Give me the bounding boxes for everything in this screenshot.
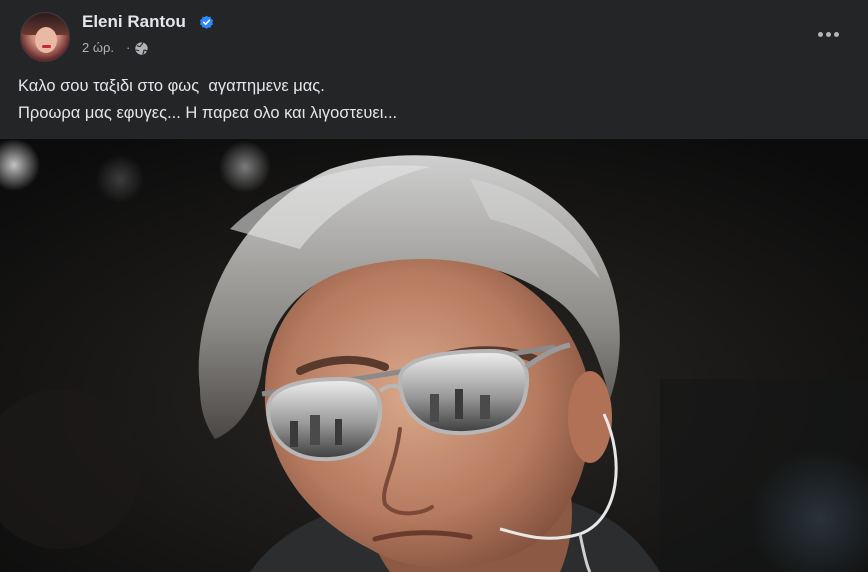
meta-separator: · — [126, 40, 131, 55]
photo-image — [0, 139, 868, 572]
more-options-button[interactable] — [810, 20, 846, 48]
post-message: Καλο σου ταξιδι στο φως αγαπημενε μας. Π… — [18, 73, 848, 127]
author-name-link[interactable]: Eleni Rantou — [82, 12, 186, 32]
facebook-post: Eleni Rantou 2 ώρ. · Καλο σου ταξιδι στο… — [0, 0, 868, 572]
verified-badge-icon — [199, 15, 214, 29]
post-message-line-2: Προωρα μας εφυγες... Η παρεα ολο και λιγ… — [18, 104, 398, 122]
author-avatar[interactable] — [20, 12, 70, 62]
more-horizontal-icon — [817, 31, 823, 37]
post-header: Eleni Rantou 2 ώρ. · — [0, 0, 868, 62]
post-timestamp-link[interactable]: 2 ώρ. — [82, 40, 114, 55]
post-photo[interactable] — [0, 139, 868, 572]
globe-icon[interactable] — [134, 41, 149, 56]
post-message-line-1: Καλο σου ταξιδι στο φως αγαπημενε μας. — [18, 77, 325, 95]
